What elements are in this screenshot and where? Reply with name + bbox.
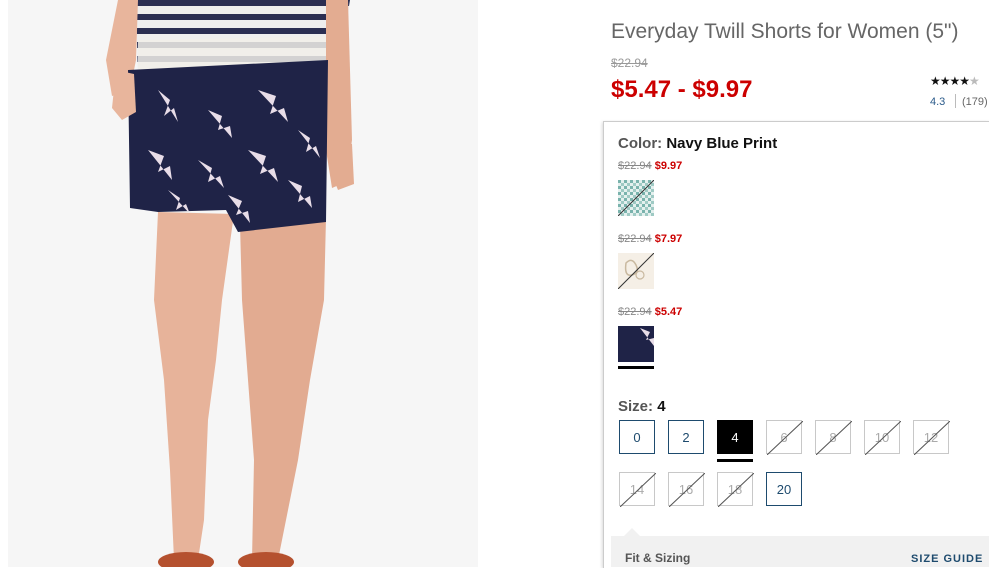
size-option-0[interactable]: 0 <box>619 420 655 454</box>
size-option-10[interactable]: 10 <box>864 420 901 455</box>
sale-price-range: $5.47 - $9.97 <box>611 76 753 103</box>
color-swatch-aqua-check[interactable] <box>618 180 654 216</box>
size-option-4[interactable]: 4 <box>717 420 753 454</box>
size-option-label: 0 <box>633 429 641 445</box>
swatch-old-price: $22.94 <box>618 160 652 172</box>
size-label-text: Size: <box>618 398 654 415</box>
swatch-sale-price: $9.97 <box>654 160 683 172</box>
size-option-18[interactable]: 18 <box>717 472 754 507</box>
size-guide-link[interactable]: SIZE GUIDE <box>911 553 983 565</box>
size-option-6[interactable]: 6 <box>766 420 803 455</box>
swatch-sale-price: $7.97 <box>654 233 683 245</box>
size-option-2[interactable]: 2 <box>668 420 704 454</box>
size-option-label: 20 <box>776 481 792 497</box>
swatch-sale-price: $5.47 <box>654 306 683 318</box>
swatch-price-2: $22.94 $7.97 <box>618 233 682 245</box>
original-price: $22.94 <box>611 56 648 70</box>
review-count[interactable]: (179) <box>962 96 988 108</box>
color-swatch-cream-floral[interactable] <box>618 253 654 289</box>
size-option-8[interactable]: 8 <box>815 420 852 455</box>
swatch-old-price: $22.94 <box>618 233 652 245</box>
unavailable-slash-icon <box>767 421 803 455</box>
unavailable-slash-icon <box>816 421 852 455</box>
selected-size-value: 4 <box>657 398 666 415</box>
unavailable-slash-icon <box>865 421 901 455</box>
fit-bar-notch <box>624 528 640 536</box>
unavailable-slash-icon <box>669 473 705 507</box>
selected-size-indicator <box>717 459 753 462</box>
half-star-icon: ★ <box>969 74 980 88</box>
size-label: Size: 4 <box>618 398 666 415</box>
rating-divider <box>955 94 956 108</box>
product-image[interactable] <box>8 0 478 567</box>
color-swatch-navy-blue-print[interactable] <box>618 326 654 362</box>
swatch-price-3: $22.94 $5.47 <box>618 306 682 318</box>
product-title: Everyday Twill Shorts for Women (5") <box>611 20 959 43</box>
unavailable-slash-icon <box>620 473 656 507</box>
unavailable-slash-icon <box>718 473 754 507</box>
swatch-old-price: $22.94 <box>618 306 652 318</box>
unavailable-slash-icon <box>914 421 950 455</box>
rating-value[interactable]: 4.3 <box>930 96 945 108</box>
color-label-text: Color: <box>618 135 663 152</box>
color-label: Color: Navy Blue Print <box>618 135 777 152</box>
star-icons: ★★★★ <box>930 74 970 88</box>
fit-sizing-label: Fit & Sizing <box>625 551 691 565</box>
selected-swatch-indicator <box>618 366 654 369</box>
size-option-14[interactable]: 14 <box>619 472 656 507</box>
selected-color-name: Navy Blue Print <box>666 135 778 152</box>
size-option-label: 4 <box>731 429 739 445</box>
size-option-20[interactable]: 20 <box>766 472 802 506</box>
rating-stars[interactable]: ★★★★★ <box>930 74 980 88</box>
size-option-label: 2 <box>682 429 690 445</box>
size-option-16[interactable]: 16 <box>668 472 705 507</box>
size-option-12[interactable]: 12 <box>913 420 950 455</box>
swatch-price-1: $22.94 $9.97 <box>618 160 682 172</box>
